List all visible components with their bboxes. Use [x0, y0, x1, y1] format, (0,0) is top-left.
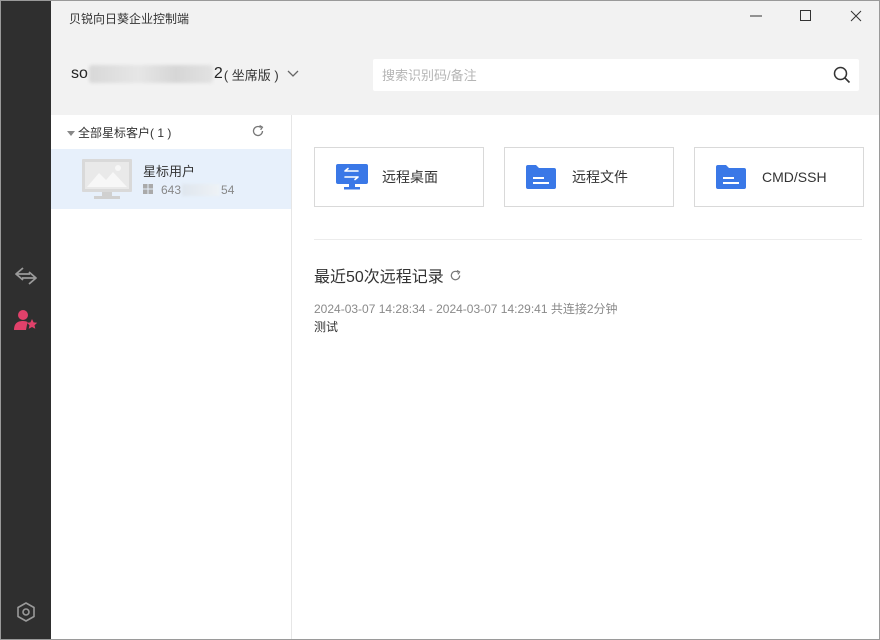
windows-icon [143, 183, 153, 197]
remote-desktop-label: 远程桌面 [382, 169, 438, 185]
main-panel: 远程桌面 远程文件 CMD/SSH 最近50次远程记录 2024-03-07 1… [293, 115, 879, 639]
history-record-time: 2024-03-07 14:28:34 - 2024-03-07 14:29:4… [314, 302, 618, 316]
client-group-header[interactable]: 全部星标客户( 1 ) [67, 124, 171, 141]
maximize-icon [800, 9, 812, 27]
desktop-thumbnail-icon [82, 158, 132, 200]
search-icon[interactable] [833, 66, 851, 84]
star-user-icon [14, 309, 38, 336]
window-title: 贝锐向日葵企业控制端 [69, 12, 190, 26]
refresh-icon[interactable] [449, 269, 462, 282]
history-title-text: 最近50次远程记录 [314, 269, 444, 286]
folder-icon [526, 164, 558, 190]
maximize-button[interactable] [793, 5, 819, 31]
close-icon [850, 9, 862, 27]
refresh-icon[interactable] [251, 124, 267, 140]
account-switcher[interactable]: so 2 ( 坐席版 ) [71, 63, 299, 85]
close-button[interactable] [843, 5, 869, 31]
account-edition: ( 坐席版 ) [223, 67, 279, 83]
cmd-ssh-button[interactable]: CMD/SSH [694, 147, 864, 207]
remote-connect-icon [14, 266, 38, 291]
account-name-prefix: so [71, 65, 88, 82]
star-user-nav-button[interactable] [1, 304, 51, 340]
client-group-label: 全部星标客户( 1 ) [78, 126, 172, 140]
client-id: 643 54 [143, 183, 234, 197]
history-section-title: 最近50次远程记录 [314, 263, 462, 287]
remote-file-label: 远程文件 [572, 169, 628, 185]
client-id-prefix: 643 [161, 183, 182, 197]
client-id-suffix: 54 [221, 183, 235, 197]
divider [314, 239, 862, 240]
history-record-note: 测试 [314, 320, 339, 334]
remote-file-button[interactable]: 远程文件 [504, 147, 674, 207]
header: 贝锐向日葵企业控制端 so 2 ( 坐席版 ) [51, 1, 879, 115]
settings-icon [16, 601, 36, 627]
remote-connect-nav-button[interactable] [1, 260, 51, 296]
client-id-redacted [182, 184, 221, 196]
folder-icon [716, 164, 748, 190]
client-name: 星标用户 [143, 164, 196, 179]
minimize-icon [750, 9, 762, 27]
account-name-redacted [88, 65, 213, 83]
cmd-ssh-label: CMD/SSH [762, 169, 827, 185]
remote-desktop-button[interactable]: 远程桌面 [314, 147, 484, 207]
left-rail [1, 1, 51, 639]
client-list-item[interactable]: 星标用户 643 54 [51, 149, 291, 209]
client-list-panel: 全部星标客户( 1 ) 星标用户 643 54 [51, 115, 292, 639]
settings-nav-button[interactable] [1, 596, 51, 632]
account-name-suffix: 2 [213, 65, 223, 82]
search-box [373, 59, 859, 91]
caret-down-icon [67, 126, 75, 140]
app-window: 贝锐向日葵企业控制端 so 2 ( 坐席版 ) 搜索识别码/备注 全部星标客户(… [0, 0, 880, 640]
search-input[interactable] [373, 59, 813, 91]
minimize-button[interactable] [743, 5, 769, 31]
chevron-down-icon [287, 70, 299, 78]
remote-desktop-icon [336, 164, 368, 190]
